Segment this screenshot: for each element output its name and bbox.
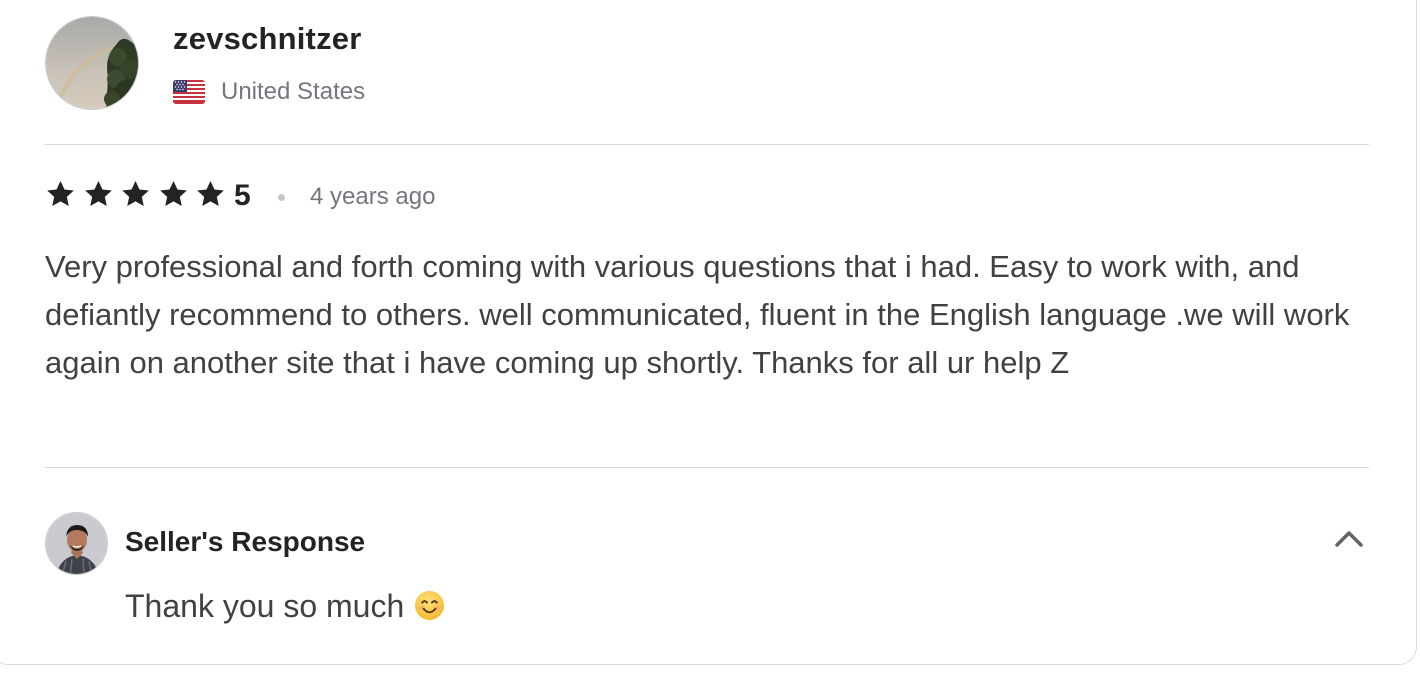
us-flag-icon [173,80,205,104]
rating-row: 5 4 years ago [45,175,745,219]
star-rating [45,179,233,213]
star-icon [158,179,189,210]
review-time: 4 years ago [310,183,436,210]
divider [45,467,1369,468]
star-icon [45,179,76,210]
reviewer-header: zevschnitzer United States [45,16,745,112]
seller-response-text: Thank you so much [125,588,445,625]
smiling-face-icon [414,590,445,621]
review-text: Very professional and forth coming with … [45,249,1350,380]
reviewer-username[interactable]: zevschnitzer [173,21,361,57]
star-icon [120,179,151,210]
seller-avatar[interactable] [45,512,108,575]
seller-response-title: Seller's Response [125,526,366,557]
separator-dot [278,194,285,201]
reviewer-avatar[interactable] [45,16,139,110]
star-icon [195,179,226,210]
divider [45,144,1369,145]
star-icon [83,179,114,210]
rating-score: 5 [234,179,251,212]
chevron-up-icon[interactable] [1334,524,1364,554]
seller-response: Seller's Response Thank you so much [45,512,1370,642]
reviewer-country: United States [221,78,366,105]
seller-response-message: Thank you so much [125,588,405,624]
